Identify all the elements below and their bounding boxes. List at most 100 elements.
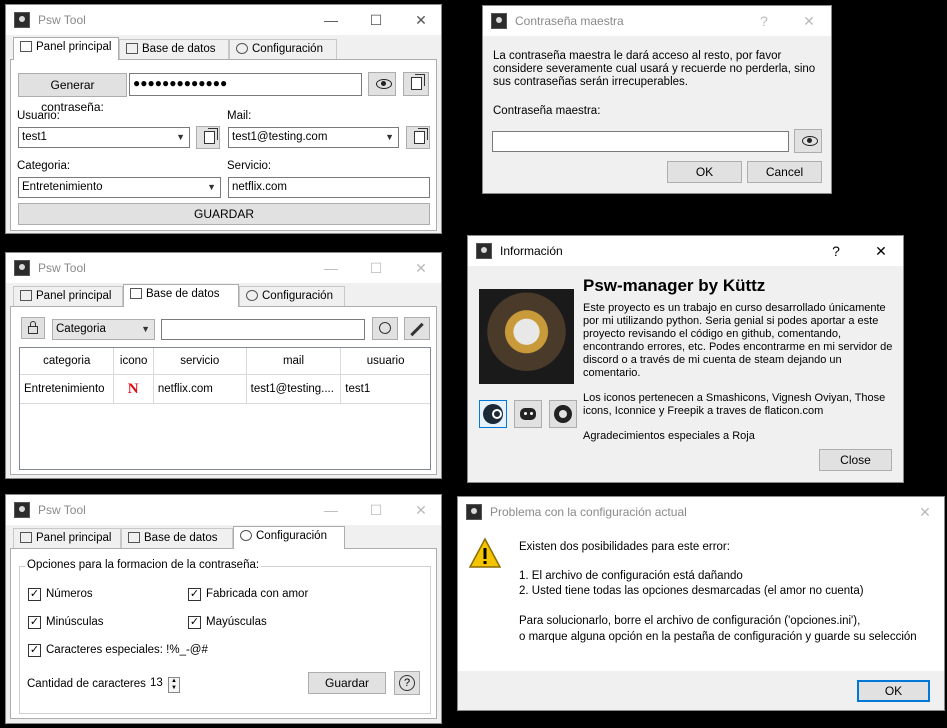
cell-icono[interactable]: N xyxy=(113,374,154,404)
mail-combobox[interactable]: test1@testing.com ▼ xyxy=(228,127,399,148)
love-label[interactable]: Fabricada con amor xyxy=(206,588,308,600)
column-header[interactable]: categoria xyxy=(20,348,115,375)
steam-icon-dot xyxy=(492,409,502,419)
records-table-frame: categoria icono servicio mail usuario En… xyxy=(19,347,431,470)
tab-panel-principal[interactable]: Panel principal xyxy=(13,528,121,548)
minimize-button[interactable]: — xyxy=(316,257,346,279)
ok-button[interactable]: OK xyxy=(857,680,930,702)
cell-usuario[interactable]: test1 xyxy=(340,374,430,404)
copy-mail-button[interactable] xyxy=(406,126,430,149)
close-dialog-button[interactable]: Close xyxy=(819,449,892,471)
database-icon xyxy=(128,532,140,543)
close-button[interactable]: ✕ xyxy=(406,257,436,279)
column-header[interactable]: servicio xyxy=(153,348,247,375)
cancel-button[interactable]: Cancel xyxy=(747,161,822,183)
close-button[interactable]: ✕ xyxy=(406,499,436,521)
column-header[interactable]: mail xyxy=(246,348,342,375)
special-chars-checkbox[interactable]: ✓ xyxy=(28,644,41,657)
spin-arrows-icon[interactable]: ▲ ▼ xyxy=(168,677,180,693)
close-button[interactable]: ✕ xyxy=(910,501,940,523)
love-checkbox[interactable]: ✓ xyxy=(188,588,201,601)
steam-button[interactable] xyxy=(479,400,507,428)
master-password-input[interactable] xyxy=(492,131,789,152)
numbers-checkbox[interactable]: ✓ xyxy=(28,588,41,601)
title-bar[interactable]: Información ? ✕ xyxy=(468,236,903,266)
service-field[interactable]: netflix.com xyxy=(228,177,430,198)
maximize-button[interactable]: ☐ xyxy=(361,499,391,521)
cell-categoria[interactable]: Entretenimiento xyxy=(20,374,115,404)
master-field-label: Contraseña maestra: xyxy=(493,105,601,117)
save-button[interactable]: GUARDAR xyxy=(18,203,430,225)
discord-icon xyxy=(520,408,536,420)
title-bar[interactable]: Psw Tool — ☐ ✕ xyxy=(6,253,441,283)
lowercase-checkbox[interactable]: ✓ xyxy=(28,616,41,629)
edit-button[interactable] xyxy=(404,317,430,340)
tab-panel-principal[interactable]: Panel principal xyxy=(13,37,119,60)
database-pane: Categoria ▼ categoria icono servicio mail… xyxy=(10,306,437,475)
tab-base-de-datos[interactable]: Base de datos xyxy=(123,284,239,307)
lock-button[interactable] xyxy=(21,317,45,339)
ok-button[interactable]: OK xyxy=(667,161,742,183)
close-button[interactable]: ✕ xyxy=(794,10,824,32)
help-title-button[interactable]: ? xyxy=(821,240,851,262)
gear-icon xyxy=(240,530,252,541)
help-title-button[interactable]: ? xyxy=(749,10,779,32)
cell-mail[interactable]: test1@testing.... xyxy=(246,374,342,404)
panel-principal-pane: Generar contraseña: ●●●●●●●●●●●●● Usuari… xyxy=(10,59,437,231)
window-title: Psw Tool xyxy=(38,13,86,27)
info-icons-credit: Los iconos pertenecen a Smashicons, Vign… xyxy=(583,392,886,417)
tab-configuracion[interactable]: Configuración xyxy=(239,286,345,306)
uppercase-checkbox[interactable]: ✓ xyxy=(188,616,201,629)
maximize-button[interactable]: ☐ xyxy=(361,9,391,31)
tab-bar: Panel principal Base de datos Configurac… xyxy=(13,526,433,549)
title-bar[interactable]: Contraseña maestra ? ✕ xyxy=(483,6,831,36)
title-bar[interactable]: Problema con la configuración actual ✕ xyxy=(458,497,944,527)
filter-combobox[interactable]: Categoria ▼ xyxy=(52,319,155,340)
copy-icon xyxy=(204,128,218,144)
column-header[interactable]: icono xyxy=(113,348,154,375)
tab-base-de-datos[interactable]: Base de datos xyxy=(121,528,233,548)
table-row[interactable]: Entretenimiento N netflix.com test1@test… xyxy=(20,374,430,404)
eye-icon xyxy=(376,79,392,89)
uppercase-label[interactable]: Mayúsculas xyxy=(206,616,267,628)
show-master-password-button[interactable] xyxy=(794,129,822,153)
psw-tool-main-window: Psw Tool — ☐ ✕ Panel principal Base de d… xyxy=(5,4,442,234)
password-field[interactable]: ●●●●●●●●●●●●● xyxy=(129,73,362,96)
tab-configuracion[interactable]: Configuración xyxy=(233,526,345,549)
close-button[interactable]: ✕ xyxy=(866,240,896,262)
special-chars-label[interactable]: Caracteres especiales: !%_-@# xyxy=(46,644,208,656)
tab-base-de-datos[interactable]: Base de datos xyxy=(119,39,229,59)
table-header: categoria icono servicio mail usuario xyxy=(20,348,430,375)
minimize-button[interactable]: — xyxy=(316,9,346,31)
copy-password-button[interactable] xyxy=(403,72,429,96)
maximize-button[interactable]: ☐ xyxy=(361,257,391,279)
show-password-button[interactable] xyxy=(368,72,396,96)
error-cause-1: 1. El archivo de configuración está daña… xyxy=(519,570,743,582)
question-icon: ? xyxy=(399,675,415,691)
lowercase-label[interactable]: Minúsculas xyxy=(46,616,104,628)
app-icon xyxy=(14,12,30,28)
cell-servicio[interactable]: netflix.com xyxy=(153,374,247,404)
length-spinbox[interactable]: 13 ▲ ▼ xyxy=(146,674,182,694)
tab-panel-principal[interactable]: Panel principal xyxy=(13,286,123,306)
title-bar[interactable]: Psw Tool — ☐ ✕ xyxy=(6,5,441,35)
title-bar[interactable]: Psw Tool — ☐ ✕ xyxy=(6,495,441,525)
column-header[interactable]: usuario xyxy=(340,348,430,375)
numbers-label[interactable]: Números xyxy=(46,588,93,600)
copy-user-button[interactable] xyxy=(196,126,220,149)
chevron-down-icon: ▼ xyxy=(207,182,216,192)
category-combobox[interactable]: Entretenimiento ▼ xyxy=(18,177,221,198)
save-config-button[interactable]: Guardar xyxy=(308,672,386,694)
discord-button[interactable] xyxy=(514,400,542,428)
github-button[interactable] xyxy=(549,400,577,428)
tab-configuracion[interactable]: Configuración xyxy=(229,39,337,59)
search-button[interactable] xyxy=(372,317,398,340)
minimize-button[interactable]: — xyxy=(316,499,346,521)
error-cause-2: 2. Usted tiene todas las opciones desmar… xyxy=(519,585,864,597)
user-combobox[interactable]: test1 ▼ xyxy=(18,127,190,148)
help-button[interactable]: ? xyxy=(394,671,420,695)
generate-password-button[interactable]: Generar contraseña: xyxy=(18,73,127,114)
search-input[interactable] xyxy=(161,319,365,340)
close-button[interactable]: ✕ xyxy=(406,9,436,31)
psw-tool-config-window: Psw Tool — ☐ ✕ Panel principal Base de d… xyxy=(5,494,442,724)
